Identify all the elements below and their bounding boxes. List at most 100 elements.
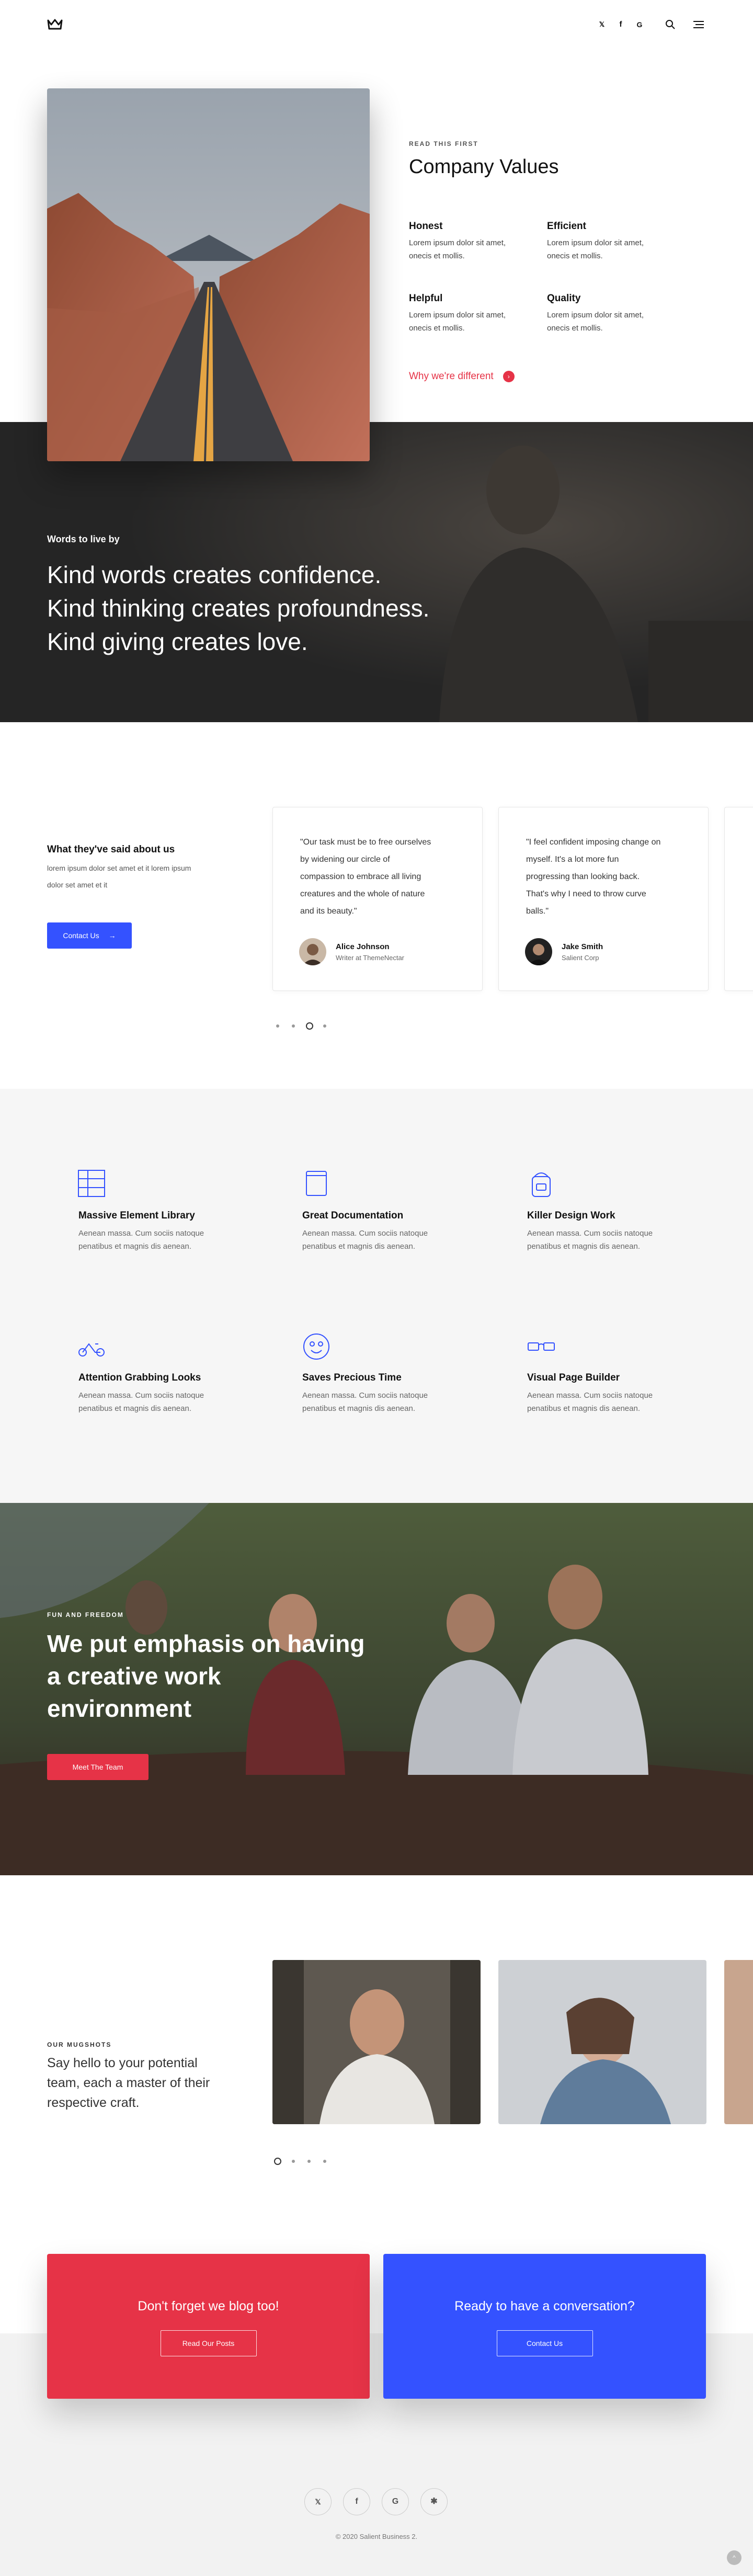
crown-logo-icon[interactable]	[47, 19, 63, 30]
value-title: Quality	[547, 293, 581, 304]
values-eyebrow: READ THIS FIRST	[409, 140, 478, 147]
why-different-label: Why we're different	[409, 371, 494, 382]
quote-band: Words to live by Kind words creates conf…	[0, 422, 753, 722]
contact-us-button[interactable]: Contact Us →	[47, 922, 132, 949]
feature-title: Attention Grabbing Looks	[78, 1372, 201, 1383]
testimonials-text: dolor set amet et it	[47, 881, 108, 889]
quote-line: myself. It's a lot more fun	[526, 855, 619, 864]
quote-line: compassion to embrace all living	[300, 872, 421, 881]
contact-us-label: Contact Us	[63, 931, 99, 940]
table-icon	[78, 1170, 105, 1197]
team-line-1: Say hello to your potential	[47, 2056, 198, 2070]
menu-icon[interactable]	[693, 20, 704, 29]
why-different-link[interactable]: Why we're different ›	[409, 371, 515, 382]
slider-dot-active[interactable]	[274, 2158, 281, 2165]
google-icon[interactable]: G	[634, 19, 645, 30]
quote-line: progressing than looking back.	[526, 872, 640, 881]
slider-dot-active[interactable]	[306, 1022, 313, 1030]
footer-google-icon[interactable]: G	[382, 2488, 409, 2515]
team-member-photo	[272, 1960, 481, 2124]
value-text: onecis et mollis.	[547, 324, 603, 333]
slider-dot[interactable]	[323, 1024, 326, 1028]
testimonial-card-peek	[724, 807, 753, 991]
testimonial-quote: "I feel confident imposing change on mys…	[526, 834, 678, 920]
band-overline: Words to live by	[47, 534, 120, 544]
avatar	[299, 938, 326, 965]
read-posts-button[interactable]: Read Our Posts	[160, 2330, 257, 2356]
scooter-icon	[78, 1343, 105, 1357]
avatar	[525, 938, 552, 965]
feature-text: penatibus et magnis dis aenean.	[78, 1404, 191, 1413]
feature-text: penatibus et magnis dis aenean.	[302, 1242, 415, 1251]
feature-title: Massive Element Library	[78, 1210, 195, 1221]
contact-cta-title: Ready to have a conversation?	[454, 2299, 635, 2313]
value-title: Honest	[409, 221, 443, 232]
glasses-icon	[528, 1342, 555, 1351]
footer-yelp-icon[interactable]: ✱	[420, 2488, 448, 2515]
quote-line: That's why I need to throw curve	[526, 890, 646, 898]
book-icon	[306, 1171, 327, 1196]
quote-line: creatures and the whole of nature	[300, 890, 425, 898]
feature-text: Aenean massa. Cum sociis natoque	[302, 1229, 428, 1238]
team-member-photo	[724, 1960, 753, 2124]
slider-dot[interactable]	[292, 1024, 295, 1028]
contact-us-cta-button[interactable]: Contact Us	[496, 2330, 593, 2356]
feature-title: Saves Precious Time	[302, 1372, 402, 1383]
arrow-right-icon: →	[108, 931, 116, 940]
environment-eyebrow: FUN AND FREEDOM	[47, 1611, 124, 1618]
bag-icon	[532, 1172, 551, 1197]
slider-dot[interactable]	[323, 2160, 326, 2163]
team-member-photo	[498, 1960, 706, 2124]
twitter-icon[interactable]: 𝕏	[596, 19, 608, 30]
feature-text: penatibus et magnis dis aenean.	[78, 1242, 191, 1251]
feature-text: penatibus et magnis dis aenean.	[527, 1242, 640, 1251]
site-header: 𝕏 f G	[0, 0, 753, 50]
value-text: Lorem ipsum dolor sit amet,	[547, 311, 644, 320]
environment-line-3: environment	[47, 1695, 192, 1722]
environment-line-1: We put emphasis on having	[47, 1630, 365, 1657]
meet-team-button[interactable]: Meet The Team	[47, 1754, 149, 1780]
feature-text: Aenean massa. Cum sociis natoque	[78, 1391, 204, 1400]
team-member-card[interactable]	[272, 1960, 481, 2124]
feature-text: penatibus et magnis dis aenean.	[302, 1404, 415, 1413]
feature-text: Aenean massa. Cum sociis natoque	[527, 1229, 653, 1238]
testimonial-role: Salient Corp	[562, 954, 599, 962]
copyright-text: © 2020 Salient Business 2.	[335, 2533, 418, 2540]
facebook-icon[interactable]: f	[615, 19, 626, 30]
feature-text: Aenean massa. Cum sociis natoque	[78, 1229, 204, 1238]
value-text: Lorem ipsum dolor sit amet,	[409, 238, 506, 247]
feature-title: Visual Page Builder	[527, 1372, 620, 1383]
feature-title: Killer Design Work	[527, 1210, 615, 1221]
search-icon[interactable]	[665, 19, 676, 30]
footer-twitter-icon[interactable]: 𝕏	[304, 2488, 332, 2515]
slider-dot[interactable]	[276, 1024, 279, 1028]
team-eyebrow: OUR MUGSHOTS	[47, 2041, 112, 2048]
arrow-right-icon: ›	[503, 371, 515, 382]
quote-line: by widening our circle of	[300, 855, 390, 864]
slider-dot[interactable]	[307, 2160, 311, 2163]
quote-line: balls."	[526, 907, 549, 916]
team-member-card[interactable]	[498, 1960, 706, 2124]
footer-facebook-icon[interactable]: f	[343, 2488, 370, 2515]
value-text: onecis et mollis.	[409, 324, 465, 333]
quote-line: "Our task must be to free ourselves	[300, 838, 431, 847]
smiley-icon	[303, 1333, 329, 1360]
value-title: Helpful	[409, 293, 443, 304]
testimonial-card: "Our task must be to free ourselves by w…	[272, 807, 483, 991]
testimonial-name: Alice Johnson	[336, 942, 390, 951]
value-title: Efficient	[547, 221, 586, 232]
value-text: Lorem ipsum dolor sit amet,	[409, 311, 506, 320]
values-title: Company Values	[409, 156, 559, 178]
band-line-3: Kind giving creates love.	[47, 628, 308, 655]
value-text: onecis et mollis.	[409, 252, 465, 260]
back-to-top-icon[interactable]: ^	[727, 2550, 741, 2565]
blog-cta-title: Don't forget we blog too!	[138, 2299, 279, 2313]
testimonial-name: Jake Smith	[562, 942, 603, 951]
desert-road-image	[47, 88, 370, 461]
testimonial-card: "I feel confident imposing change on mys…	[498, 807, 709, 991]
feature-text: Aenean massa. Cum sociis natoque	[302, 1391, 428, 1400]
team-member-card-peek[interactable]	[724, 1960, 753, 2124]
testimonials-heading: What they've said about us	[47, 844, 175, 855]
slider-dot[interactable]	[292, 2160, 295, 2163]
road-photo	[47, 88, 370, 461]
